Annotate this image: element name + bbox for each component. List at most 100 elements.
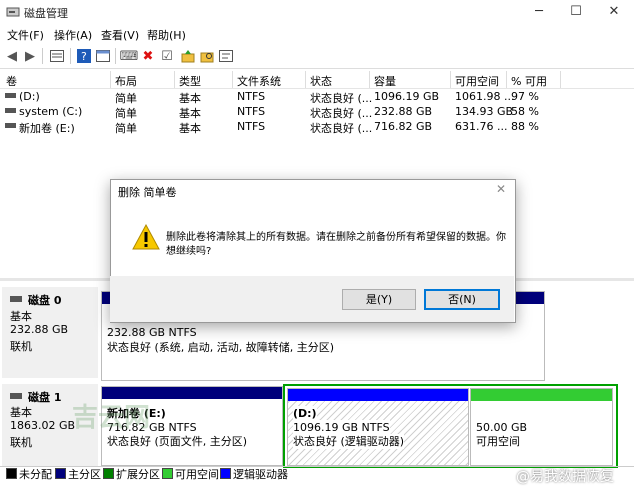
legend-label: 扩展分区 [116,468,160,481]
column-percent-free[interactable]: % 可用 [511,73,547,89]
cell-volume: system (C:) [19,105,83,118]
properties-icon[interactable] [95,48,111,64]
no-button[interactable]: 否(N) [424,289,500,310]
menu-file[interactable]: 文件(F) [7,27,44,43]
help-icon[interactable]: ? [76,48,92,64]
legend-label: 逻辑驱动器 [233,468,288,481]
free-space-bar [471,389,612,401]
legend-label: 可用空间 [175,468,219,481]
cell-free-space: 631.76 ... [455,120,508,133]
column-volume[interactable]: 卷 [6,73,17,89]
folder-up-icon[interactable] [180,48,196,64]
cell-volume: (D:) [19,90,40,103]
maximize-button[interactable]: ☐ [558,0,594,24]
forward-arrow-icon[interactable]: ▶ [22,48,38,64]
watermark-right: @易我数据恢复 [516,469,614,485]
disk-size: 1863.02 GB [10,419,76,432]
partition-status: 状态良好 (逻辑驱动器) [293,434,405,449]
column-free-space[interactable]: 可用空间 [455,73,499,89]
minimize-button[interactable]: ─ [521,0,557,24]
cell-capacity: 232.88 GB [374,105,433,118]
column-filesystem[interactable]: 文件系统 [237,73,281,89]
column-divider [232,71,233,88]
toolbar-separator [42,48,43,64]
warning-icon [132,224,160,250]
watermark-left: 吉云网 [72,403,151,433]
yes-button[interactable]: 是(Y) [342,289,416,310]
disk-1-free-space[interactable]: 50.00 GB 可用空间 [470,388,613,466]
connect-icon[interactable]: ⌨ [120,48,139,64]
partition-size: 50.00 GB [476,421,528,434]
cell-filesystem: NTFS [237,90,266,103]
column-divider [369,71,370,88]
drive-icon [5,108,16,113]
column-type[interactable]: 类型 [179,73,201,89]
partition-name: (D:) [293,406,317,421]
column-status[interactable]: 状态 [310,73,332,89]
dialog-close-button[interactable]: ✕ [496,182,506,196]
legend-swatch-free [162,468,173,479]
delete-icon[interactable]: ✖ [140,48,156,64]
table-row[interactable]: (D:) 简单 基本 NTFS 状态良好 (... 1096.19 GB 106… [0,89,634,105]
menu-bar [0,24,634,44]
legend-swatch-primary [55,468,66,479]
check-icon[interactable]: ☑ [159,48,175,64]
cell-capacity: 1096.19 GB [374,90,440,103]
column-layout[interactable]: 布局 [115,73,137,89]
partition-status: 可用空间 [476,435,520,448]
disk-type: 基本 [10,310,32,323]
column-divider [450,71,451,88]
legend-swatch-unallocated [6,468,17,479]
cell-percent-free: 88 % [511,120,539,133]
settings-icon[interactable] [218,48,234,64]
table-row[interactable]: system (C:) 简单 基本 NTFS 状态良好 (... 232.88 … [0,104,634,120]
column-divider [110,71,111,88]
dialog-message-line1: 删除此卷将清除其上的所有数据。请在删除之前备份所有希望保留的数据。你 [166,232,506,243]
cell-status: 状态良好 (... [310,122,373,135]
table-row[interactable]: 新加卷 (E:) 简单 基本 NTFS 状态良好 (... 716.82 GB … [0,119,634,135]
back-arrow-icon[interactable]: ◀ [4,48,20,64]
disk-name: 磁盘 0 [28,294,62,307]
disk-status: 联机 [10,436,32,449]
cell-filesystem: NTFS [237,120,266,133]
cell-volume: 新加卷 (E:) [19,122,75,135]
drive-icon [5,123,16,128]
logical-drive-bar [288,389,468,401]
cell-percent-free: 58 % [511,105,539,118]
disk-1-partition-d[interactable]: (D:) 1096.19 GB NTFS 状态良好 (逻辑驱动器) [287,388,469,466]
partition-status: 状态良好 (系统, 启动, 活动, 故障转储, 主分区) [107,341,335,354]
legend-swatch-logical [220,468,231,479]
partition-size: 232.88 GB NTFS [107,326,197,339]
disk-type: 基本 [10,406,32,419]
toolbar-separator [115,48,116,64]
close-button[interactable]: ✕ [596,0,632,24]
dialog-message-line2: 想继续吗? [166,246,212,257]
toolbar-separator [70,48,71,64]
list-view-icon[interactable] [49,48,65,64]
column-divider [174,71,175,88]
column-divider [305,71,306,88]
drive-icon [5,93,16,98]
svg-text:?: ? [81,50,87,63]
dialog-title: 删除 简单卷 [118,186,177,199]
disk-status: 联机 [10,340,32,353]
menu-view[interactable]: 查看(V) [101,27,139,43]
cell-free-space: 1061.98 ... [455,90,515,103]
window-title: 磁盘管理 [24,7,68,20]
legend-label: 主分区 [68,468,101,481]
cell-type: 基本 [179,122,201,135]
column-capacity[interactable]: 容量 [374,73,396,89]
menu-action[interactable]: 操作(A) [54,27,92,43]
column-divider [560,71,561,88]
cell-filesystem: NTFS [237,105,266,118]
column-divider [506,71,507,88]
menu-help[interactable]: 帮助(H) [147,27,186,43]
disk-size: 232.88 GB [10,323,69,336]
folder-search-icon[interactable] [199,48,215,64]
legend-swatch-extended [103,468,114,479]
disk-0-label[interactable]: 磁盘 0 基本 232.88 GB 联机 [2,287,98,378]
cell-layout: 简单 [115,122,137,135]
disk-management-icon [6,7,20,17]
cell-percent-free: 97 % [511,90,539,103]
partition-status: 状态良好 (页面文件, 主分区) [107,435,248,448]
